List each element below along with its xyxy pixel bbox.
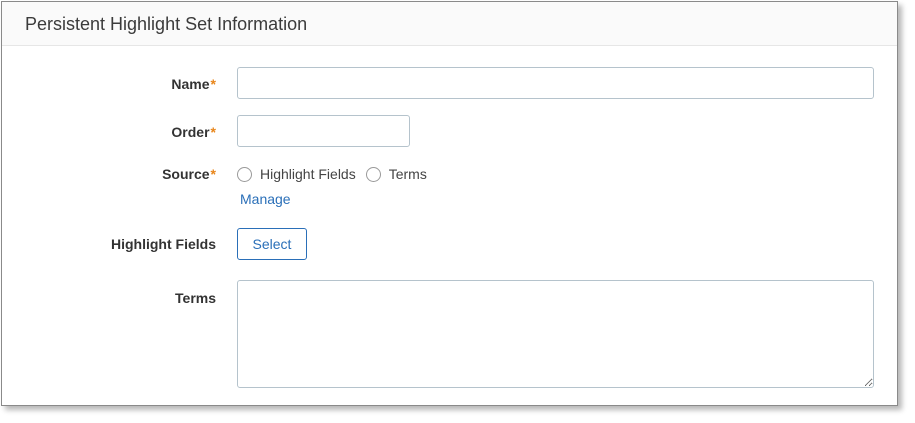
select-button[interactable]: Select bbox=[237, 228, 307, 260]
name-label-text: Name bbox=[171, 76, 210, 92]
terms-label: Terms bbox=[175, 290, 216, 306]
highlight-fields-label: Highlight Fields bbox=[111, 236, 216, 252]
manage-link[interactable]: Manage bbox=[240, 190, 291, 208]
name-label: Name* bbox=[171, 75, 216, 93]
order-label-text: Order bbox=[171, 124, 210, 140]
source-label-text: Source bbox=[162, 166, 210, 182]
source-required-mark: * bbox=[210, 166, 216, 182]
name-input[interactable] bbox=[237, 67, 874, 99]
radio-highlight-fields[interactable] bbox=[237, 166, 252, 182]
radio-terms[interactable] bbox=[365, 166, 381, 182]
radio-terms-label[interactable]: Terms bbox=[389, 165, 427, 183]
highlight-set-info-panel: Persistent Highlight Set Information Nam… bbox=[1, 1, 898, 406]
name-required-mark: * bbox=[210, 76, 216, 92]
panel-title: Persistent Highlight Set Information bbox=[25, 14, 308, 34]
order-required-mark: * bbox=[210, 124, 216, 140]
source-label: Source* bbox=[162, 165, 216, 183]
source-radio-group: Highlight Fields Terms bbox=[237, 165, 437, 183]
order-label: Order* bbox=[171, 123, 216, 141]
terms-textarea[interactable] bbox=[237, 280, 874, 388]
order-input[interactable] bbox=[237, 115, 410, 147]
radio-highlight-fields-label[interactable]: Highlight Fields bbox=[260, 165, 356, 183]
panel-header: Persistent Highlight Set Information bbox=[2, 2, 897, 46]
